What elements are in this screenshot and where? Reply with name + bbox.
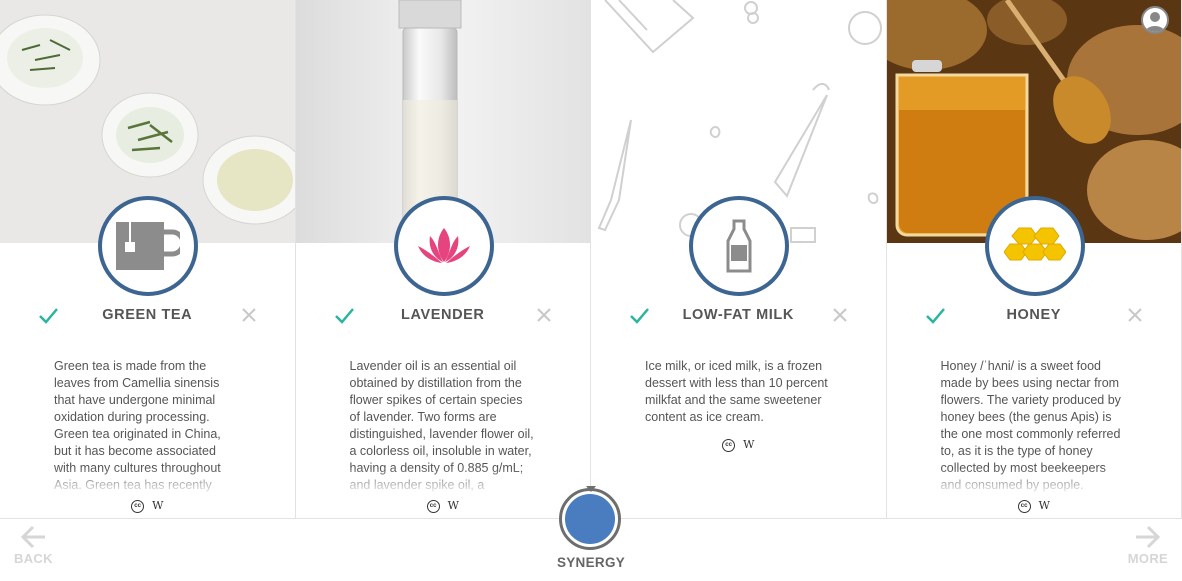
card-green-tea: GREEN TEA Green tea is made from the lea… [0, 0, 296, 518]
license-row: cc W [591, 438, 886, 452]
more-button[interactable]: MORE [1128, 525, 1168, 566]
user-avatar-icon[interactable] [1141, 6, 1169, 34]
synergy-label: SYNERGY [556, 555, 626, 570]
synergy-button[interactable] [559, 488, 621, 550]
more-label: MORE [1127, 551, 1168, 566]
close-icon[interactable] [1127, 307, 1143, 323]
creative-commons-icon[interactable]: cc [426, 499, 440, 513]
wikipedia-icon[interactable]: W [1039, 499, 1050, 512]
lotus-icon [393, 196, 494, 296]
license-row: cc W [296, 499, 591, 513]
synergy-pointer-icon [586, 486, 596, 492]
close-icon[interactable] [536, 307, 552, 323]
license-row: cc W [0, 499, 295, 513]
card-lavender: LAVENDER Lavender oil is an essential oi… [295, 0, 591, 518]
creative-commons-icon[interactable]: cc [131, 499, 145, 513]
arrow-right-icon [1135, 525, 1161, 549]
close-icon[interactable] [832, 307, 848, 323]
description-fade [54, 468, 241, 496]
close-icon[interactable] [241, 307, 257, 323]
synergy-dot [565, 494, 615, 544]
mug-icon [98, 196, 199, 296]
wikipedia-icon[interactable]: W [743, 438, 754, 451]
ingredient-cards: GREEN TEA Green tea is made from the lea… [0, 0, 1182, 518]
green-tea-title-row: GREEN TEA [0, 304, 295, 330]
wikipedia-icon[interactable]: W [448, 499, 459, 512]
description-fade [349, 468, 536, 496]
low-fat-milk-title-row: LOW-FAT MILK [591, 304, 886, 330]
arrow-left-icon [21, 525, 46, 549]
card-honey: HONEY Honey /ˈhʌni/ is a sweet food made… [886, 0, 1182, 518]
honey-title-row: HONEY [887, 304, 1182, 330]
back-button[interactable]: BACK [14, 525, 53, 566]
card-description: Ice milk, or iced milk, is a frozen dess… [645, 359, 828, 424]
creative-commons-icon[interactable]: cc [1017, 499, 1031, 513]
license-row: cc W [887, 499, 1182, 513]
milk-bottle-icon [689, 196, 790, 296]
wikipedia-icon[interactable]: W [152, 499, 163, 512]
creative-commons-icon[interactable]: cc [722, 438, 736, 452]
card-low-fat-milk: LOW-FAT MILK Ice milk, or iced milk, is … [591, 0, 887, 518]
lavender-title-row: LAVENDER [296, 304, 591, 330]
honeycomb-icon [984, 196, 1085, 296]
description-fade [940, 468, 1127, 496]
back-label: BACK [14, 551, 53, 566]
